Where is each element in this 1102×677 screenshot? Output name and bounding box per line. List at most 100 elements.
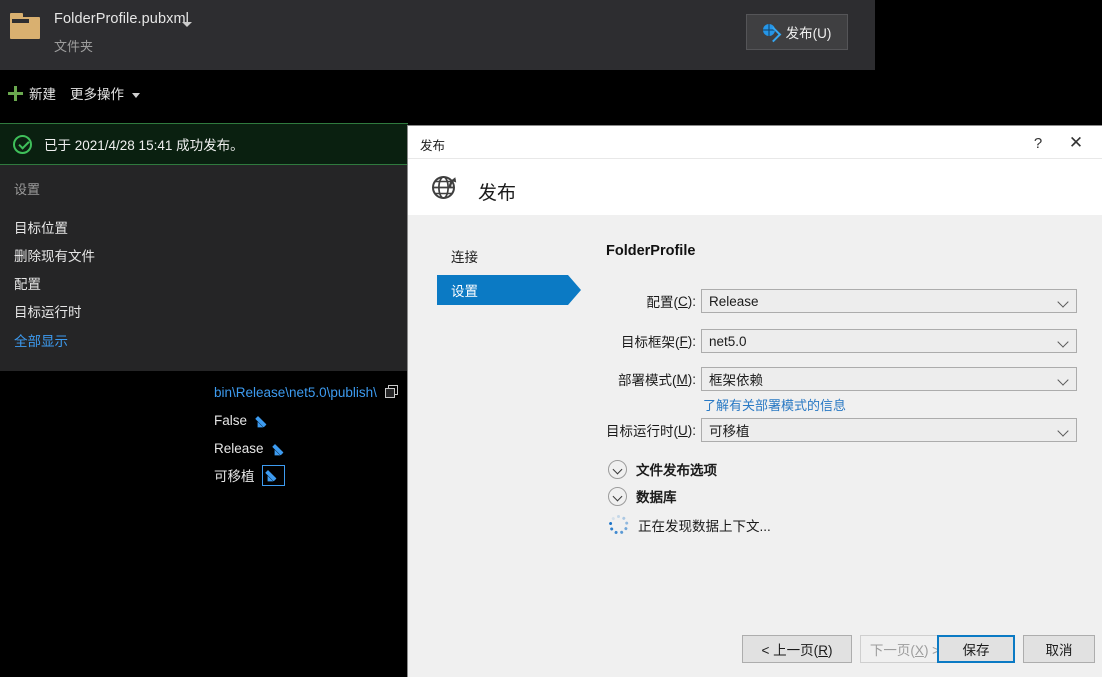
loading-status-text: 正在发现数据上下文... <box>638 518 771 534</box>
chevron-down-icon <box>1057 425 1069 437</box>
dialog-footer: < 上一页(R) 下一页(X) > 保存 取消 <box>408 615 1102 677</box>
show-all-link[interactable]: 全部显示 <box>14 330 68 350</box>
edit-pencil-icon[interactable] <box>271 441 287 458</box>
copy-icon[interactable] <box>384 385 399 399</box>
summary-value-text: False <box>214 412 248 428</box>
folder-icon <box>10 13 40 39</box>
target-framework-value: net5.0 <box>709 333 747 349</box>
cancel-button[interactable]: 取消 <box>1023 635 1095 663</box>
profile-heading: FolderProfile <box>606 243 696 259</box>
label-accesskey: M <box>676 371 688 387</box>
target-framework-dropdown[interactable]: net5.0 <box>701 329 1077 353</box>
close-icon[interactable]: ✕ <box>1056 129 1096 157</box>
settings-summary-panel: 设置 目标位置 bin\Release\net5.0\publish\ 删除现有… <box>0 165 408 486</box>
nav-item-connection[interactable]: 连接 <box>437 245 568 267</box>
label-text: 部署模式( <box>618 373 677 388</box>
edit-pencil-icon[interactable] <box>254 413 270 430</box>
publish-profile-header: FolderProfile.pubxml 文件夹 发布(U) <box>0 0 875 70</box>
label-accesskey: C <box>678 293 688 309</box>
dialog-header: 发布 <box>408 159 1102 215</box>
save-button-label: 保存 <box>962 643 990 658</box>
summary-row-delete-existing: 删除现有文件 <box>14 245 214 265</box>
label-accesskey: F <box>679 333 688 349</box>
summary-row-target-runtime: 目标运行时 <box>14 301 214 321</box>
previous-button[interactable]: < 上一页(R) <box>742 635 852 663</box>
chevron-down-icon <box>132 93 140 98</box>
cancel-button-label: 取消 <box>1045 643 1073 658</box>
field-target-framework-label: 目标框架(F): <box>548 329 696 353</box>
field-configuration-label: 配置(C): <box>548 289 697 313</box>
target-location-link[interactable]: bin\Release\net5.0\publish\ <box>214 385 377 400</box>
more-actions-label: 更多操作 <box>70 87 124 102</box>
summary-value-configuration: Release <box>214 438 287 458</box>
target-runtime-dropdown[interactable]: 可移植 <box>701 418 1077 442</box>
summary-value-target-location: bin\Release\net5.0\publish\ <box>214 382 399 402</box>
summary-row-target-location: 目标位置 <box>14 217 214 237</box>
globe-icon <box>429 171 461 203</box>
new-profile-button[interactable]: 新建 <box>8 81 56 105</box>
settings-summary-title: 设置 <box>14 182 41 197</box>
dialog-header-title: 发布 <box>478 183 517 204</box>
loading-spinner-icon <box>608 514 629 535</box>
new-profile-label: 新建 <box>29 87 56 102</box>
summary-row-configuration: 配置 <box>14 273 214 293</box>
publish-profile-name: FolderProfile.pubxml <box>54 11 189 27</box>
button-label: < 上一页( <box>761 643 819 658</box>
expander-label: 数据库 <box>636 490 677 505</box>
chevron-down-icon <box>1057 374 1069 386</box>
dialog-titlebar: 发布 ? ✕ <box>408 126 1102 159</box>
publish-success-text: 已于 2021/4/28 15:41 成功发布。 <box>44 138 244 153</box>
field-target-runtime-label: 目标运行时(U): <box>548 418 696 442</box>
label-suffix: ): <box>687 422 696 438</box>
publish-toolbar: 新建 更多操作 <box>0 70 875 116</box>
summary-key: 配置 <box>14 277 41 292</box>
globe-publish-icon <box>762 24 781 43</box>
button-accesskey: R <box>818 643 828 658</box>
summary-value-text: 可移植 <box>214 469 255 484</box>
expander-database[interactable]: 数据库 <box>608 486 677 506</box>
profile-dropdown-caret-icon[interactable] <box>182 22 192 27</box>
summary-key: 目标位置 <box>14 221 68 236</box>
publish-profile-subtitle: 文件夹 <box>54 39 94 54</box>
label-suffix: ): <box>687 333 696 349</box>
plus-icon <box>8 85 23 101</box>
visual-studio-shell: FolderProfile.pubxml 文件夹 发布(U) 新建 更多操作 已… <box>0 0 1102 677</box>
summary-key: 目标运行时 <box>14 305 82 320</box>
chevron-down-icon <box>1057 296 1069 308</box>
expander-label: 文件发布选项 <box>636 463 717 478</box>
target-runtime-value: 可移植 <box>709 424 750 439</box>
publish-dialog: 发布 ? ✕ 发布 连接 设置 FolderProfile 配置(C): R… <box>408 126 1102 677</box>
deployment-mode-dropdown[interactable]: 框架依赖 <box>701 367 1077 391</box>
chevron-down-icon <box>1057 336 1069 348</box>
label-suffix: ): <box>687 371 696 387</box>
label-accesskey: U <box>678 422 688 438</box>
loading-status: 正在发现数据上下文... <box>608 514 771 535</box>
check-circle-icon <box>13 134 32 154</box>
help-icon[interactable]: ? <box>1023 129 1053 157</box>
save-button[interactable]: 保存 <box>937 635 1015 663</box>
button-label: 下一页( <box>869 643 915 658</box>
configuration-dropdown[interactable]: Release <box>701 289 1077 313</box>
chevron-down-circle-icon <box>608 486 627 506</box>
dialog-title: 发布 <box>420 139 446 153</box>
nav-item-label: 设置 <box>451 284 478 299</box>
button-accesskey: X <box>914 643 924 658</box>
summary-value-delete-existing: False <box>214 410 270 430</box>
edit-pencil-icon[interactable] <box>261 464 285 486</box>
chevron-down-circle-icon <box>608 459 627 479</box>
label-text: 目标框架( <box>621 335 680 350</box>
nav-item-label: 连接 <box>451 250 478 265</box>
label-text: 目标运行时( <box>606 424 678 439</box>
deployment-mode-value: 框架依赖 <box>709 373 763 388</box>
configuration-value: Release <box>709 293 759 309</box>
publish-button-label: 发布(U) <box>785 26 832 41</box>
expander-file-publish-options[interactable]: 文件发布选项 <box>608 459 717 479</box>
deployment-mode-learn-link[interactable]: 了解有关部署模式的信息 <box>703 395 846 414</box>
summary-value-target-runtime: 可移植 <box>214 464 285 486</box>
more-actions-button[interactable]: 更多操作 <box>70 81 140 105</box>
label-suffix: ): <box>687 293 696 309</box>
publish-button[interactable]: 发布(U) <box>746 14 848 50</box>
field-deployment-mode-label: 部署模式(M): <box>548 367 696 391</box>
summary-value-text: Release <box>214 440 264 456</box>
summary-key: 删除现有文件 <box>14 249 95 264</box>
